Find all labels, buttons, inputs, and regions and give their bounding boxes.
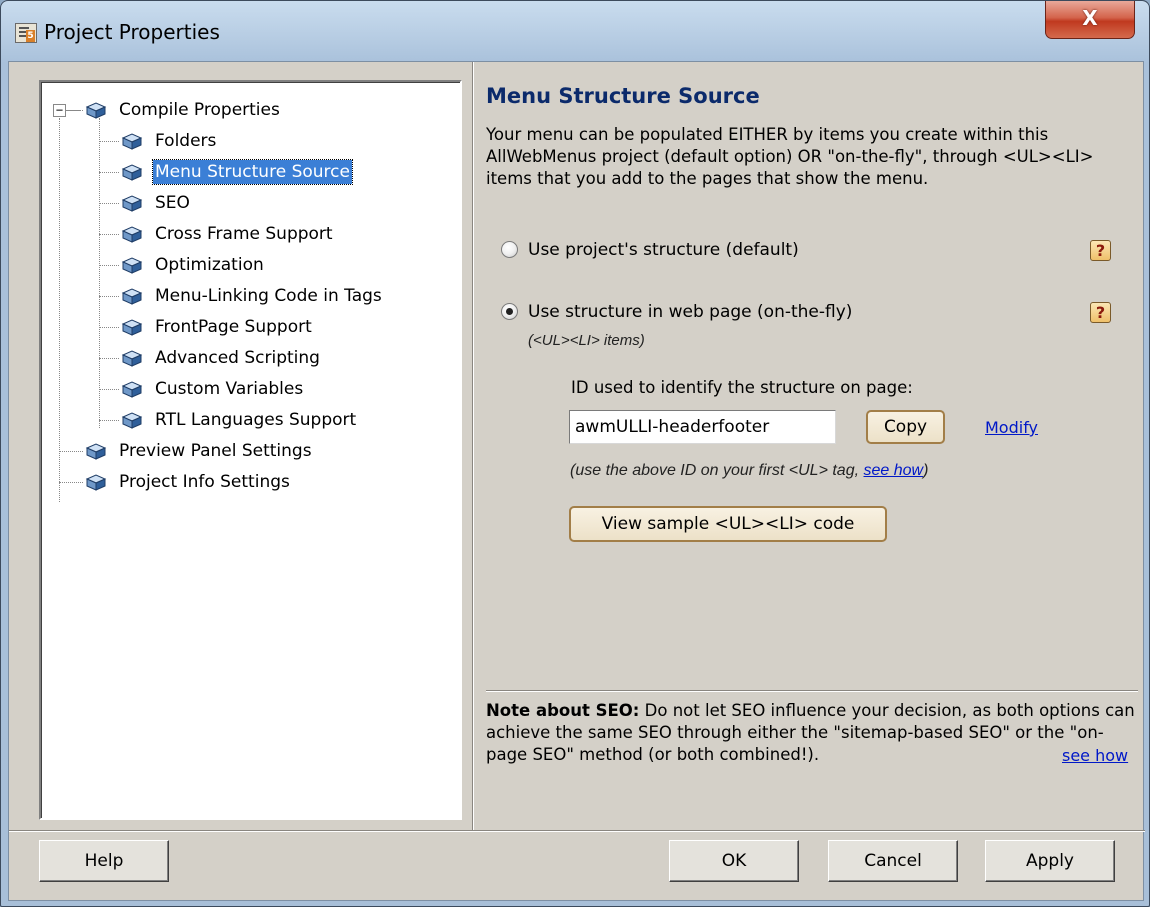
option-project-structure-label: Use project's structure (default) xyxy=(528,240,799,260)
radio-web-page-structure[interactable] xyxy=(501,303,518,320)
ok-button[interactable]: OK xyxy=(669,840,799,882)
tree-item-label: Menu Structure Source xyxy=(152,159,353,185)
tree-item-label: SEO xyxy=(155,193,190,213)
tree-item-label: Menu-Linking Code in Tags xyxy=(155,286,382,306)
cube-icon xyxy=(121,132,143,150)
tree-item-preview-panel-settings[interactable]: Preview Panel Settings xyxy=(41,439,451,463)
cube-icon xyxy=(85,473,107,491)
cube-icon xyxy=(85,442,107,460)
seo-see-how-link[interactable]: see how xyxy=(1062,746,1128,765)
section-description: Your menu can be populated EITHER by ite… xyxy=(486,125,1094,188)
structure-id-field[interactable]: awmULLI-headerfooter xyxy=(569,410,836,444)
help-icon[interactable]: ? xyxy=(1090,302,1111,323)
option-sublabel: (<UL><LI> items) xyxy=(528,332,645,349)
cancel-button[interactable]: Cancel xyxy=(828,840,958,882)
radio-project-structure[interactable] xyxy=(501,241,518,258)
horizontal-divider xyxy=(486,690,1138,692)
tree-item-compile-properties[interactable]: Compile Properties xyxy=(41,98,451,122)
tree-item-label: Optimization xyxy=(155,255,264,275)
title-bar[interactable]: 5 Project Properties X xyxy=(1,1,1149,61)
seo-note-title: Note about SEO: xyxy=(486,701,640,720)
properties-tree[interactable]: − Compile Properties Folders Menu Structur… xyxy=(39,80,462,820)
window-title: Project Properties xyxy=(44,20,220,44)
app-icon-number: 5 xyxy=(26,30,35,42)
cube-icon xyxy=(121,380,143,398)
section-title: Menu Structure Source xyxy=(486,84,760,108)
tree-item-label: Cross Frame Support xyxy=(155,224,333,244)
help-button[interactable]: Help xyxy=(39,840,169,882)
id-usage-note: (use the above ID on your first <UL> tag… xyxy=(570,462,929,479)
cube-icon xyxy=(121,225,143,243)
cube-icon xyxy=(121,411,143,429)
settings-panel: Menu Structure Source Your menu can be p… xyxy=(486,62,1138,832)
tree-item-label: Custom Variables xyxy=(155,379,304,399)
cube-icon xyxy=(121,287,143,305)
apply-button[interactable]: Apply xyxy=(985,840,1115,882)
tree-item-label: Folders xyxy=(155,131,217,151)
tree-item-label: Preview Panel Settings xyxy=(119,441,312,461)
cube-icon xyxy=(121,163,143,181)
tree-item-label: Compile Properties xyxy=(119,100,280,120)
option-web-page-structure-label: Use structure in web page (on-the-fly) xyxy=(528,302,853,322)
view-sample-code-button[interactable]: View sample <UL><LI> code xyxy=(569,506,887,542)
modify-link[interactable]: Modify xyxy=(985,418,1038,437)
cube-icon xyxy=(85,101,107,119)
id-label: ID used to identify the structure on pag… xyxy=(571,378,913,397)
tree-item-label: FrontPage Support xyxy=(155,317,312,337)
vertical-divider xyxy=(472,62,474,830)
see-how-link[interactable]: see how xyxy=(864,462,924,479)
dialog-body: − Compile Properties Folders Menu Structur… xyxy=(8,61,1145,901)
close-button[interactable]: X xyxy=(1045,1,1135,39)
copy-button[interactable]: Copy xyxy=(866,410,945,444)
project-properties-window: 5 Project Properties X − Compile Propert… xyxy=(0,0,1150,907)
tree-item-project-info-settings[interactable]: Project Info Settings xyxy=(41,470,451,494)
cube-icon xyxy=(121,194,143,212)
tree-item-label: Project Info Settings xyxy=(119,472,290,492)
tree-item-label: RTL Languages Support xyxy=(155,410,357,430)
seo-note: Note about SEO: Do not let SEO influence… xyxy=(486,700,1136,766)
tree-item-label: Advanced Scripting xyxy=(155,348,320,368)
cube-icon xyxy=(121,256,143,274)
cube-icon xyxy=(121,349,143,367)
help-icon[interactable]: ? xyxy=(1090,240,1111,261)
footer-divider xyxy=(9,830,1145,832)
app-icon: 5 xyxy=(15,23,37,43)
cube-icon xyxy=(121,318,143,336)
